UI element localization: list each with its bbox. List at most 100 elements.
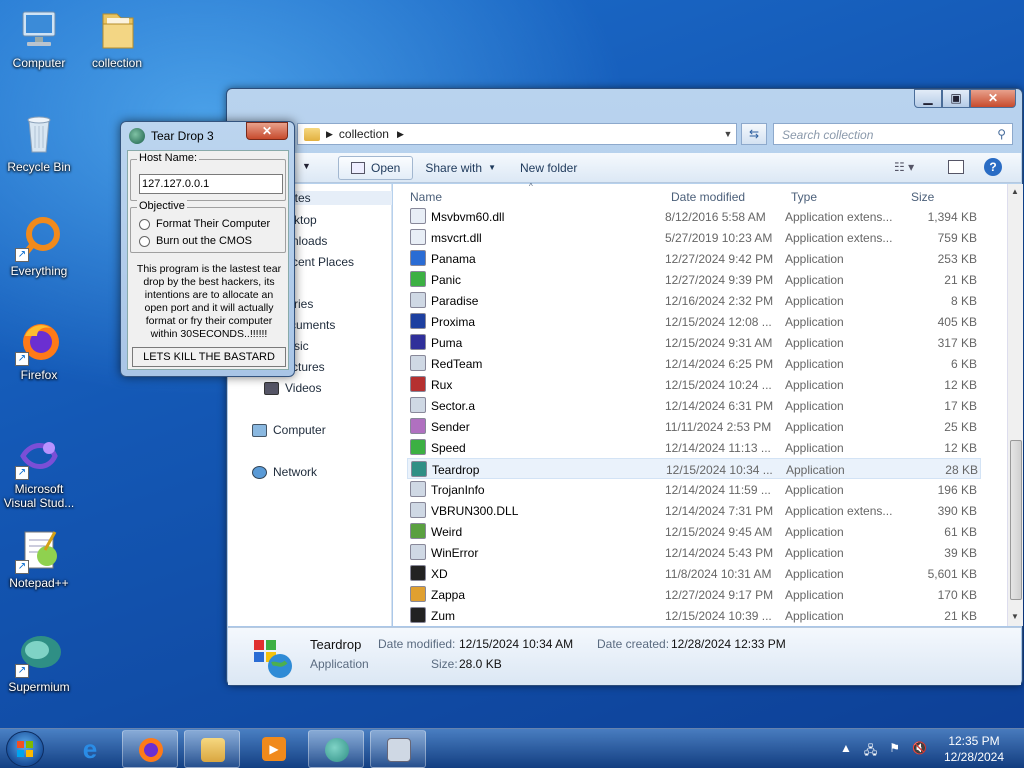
nav-item-computer[interactable]: Computer: [252, 423, 326, 437]
nav-item-documents[interactable]: cuments: [290, 318, 335, 332]
file-type: Application: [785, 336, 844, 350]
nav-item-desktop[interactable]: ktop: [294, 213, 317, 227]
desktop-icon-everything[interactable]: ↗ Everything: [1, 214, 77, 278]
teardrop-dialog[interactable]: Tear Drop 3 ✕ Host Name: Objective Forma…: [120, 121, 295, 377]
dialog-close-button[interactable]: ✕: [246, 122, 288, 140]
file-name: Zappa: [431, 588, 466, 602]
taskbar-explorer-button[interactable]: [184, 730, 240, 768]
show-hidden-icons-icon[interactable]: ▲: [840, 741, 852, 762]
computer-icon: [15, 6, 63, 54]
search-input[interactable]: Search collection ⚲: [773, 123, 1013, 145]
file-row[interactable]: Speed 12/14/2024 11:13 ... Application 12 K…: [407, 437, 981, 458]
file-list[interactable]: Name ^ Date modified Type Size Msvbvm60.…: [393, 182, 1007, 626]
chevron-down-icon[interactable]: ▼: [720, 129, 736, 139]
nav-item-videos[interactable]: Videos: [264, 381, 321, 395]
file-row[interactable]: WinError 12/14/2024 5:43 PM Application 39 …: [407, 542, 981, 563]
file-row[interactable]: Proxima 12/15/2024 12:08 ... Application 40…: [407, 311, 981, 332]
new-folder-button[interactable]: New folder: [508, 157, 589, 179]
nav-item-pictures[interactable]: ctures: [292, 360, 325, 374]
address-path[interactable]: collection: [339, 127, 389, 141]
file-row[interactable]: Panama 12/27/2024 9:42 PM Application 253 K…: [407, 248, 981, 269]
desktop-icon-supermium[interactable]: ↗ Supermium: [1, 630, 77, 694]
desktop-icon-visual-studio[interactable]: ↗ Microsoft Visual Stud...: [1, 432, 77, 510]
scroll-up-icon[interactable]: ▲: [1011, 187, 1019, 196]
format-computer-radio[interactable]: Format Their Computer: [139, 218, 270, 230]
nav-item-downloads[interactable]: nloads: [292, 234, 327, 248]
action-center-icon[interactable]: ⚑: [889, 741, 900, 762]
refresh-button[interactable]: ⇆: [741, 123, 767, 145]
column-type[interactable]: Type: [791, 190, 817, 204]
file-row[interactable]: Sender 11/11/2024 2:53 PM Application 25 KB: [407, 416, 981, 437]
file-type: Application: [785, 315, 844, 329]
details-modified-value: 12/15/2024 10:34 AM: [459, 637, 574, 651]
search-icon[interactable]: ⚲: [997, 127, 1006, 141]
details-size-label: Size:: [431, 657, 458, 671]
file-row[interactable]: Panic 12/27/2024 9:39 PM Application 21 KB: [407, 269, 981, 290]
file-row[interactable]: VBRUN300.DLL 12/14/2024 7:31 PM Applicatio…: [407, 500, 981, 521]
everything-icon: ↗: [15, 214, 63, 262]
taskbar-teardrop-button[interactable]: [370, 730, 426, 768]
file-size: 390 KB: [937, 504, 977, 518]
scroll-down-icon[interactable]: ▼: [1011, 612, 1019, 621]
desktop-icon-firefox[interactable]: ↗ Firefox: [1, 318, 77, 382]
file-row[interactable]: XD 11/8/2024 10:31 AM Application 5,601 KB: [407, 563, 981, 584]
desktop-icon-collection[interactable]: collection: [79, 6, 155, 70]
objective-group: Objective Format Their Computer Burn out…: [130, 200, 286, 253]
file-icon: [410, 418, 426, 434]
burn-cmos-radio[interactable]: Burn out the CMOS: [139, 235, 252, 247]
file-row[interactable]: Rux 12/15/2024 10:24 ... Application 12 KB: [407, 374, 981, 395]
desktop-icon-recycle-bin[interactable]: Recycle Bin: [1, 110, 77, 174]
taskbar-ie-button[interactable]: e: [62, 730, 118, 768]
file-row[interactable]: Zappa 12/27/2024 9:17 PM Application 170 KB: [407, 584, 981, 605]
start-button[interactable]: [6, 731, 44, 767]
view-options-icon[interactable]: ☷ ▾: [894, 160, 914, 174]
nav-item-music[interactable]: sic: [294, 339, 309, 353]
taskbar-supermium-button[interactable]: [308, 730, 364, 768]
details-type: Application: [310, 657, 369, 671]
close-button[interactable]: ✕: [970, 89, 1016, 108]
kill-button[interactable]: LETS KILL THE BASTARD: [132, 347, 286, 367]
file-row[interactable]: Puma 12/15/2024 9:31 AM Application 317 KB: [407, 332, 981, 353]
file-date: 12/15/2024 9:31 AM: [665, 336, 773, 350]
file-row[interactable]: RedTeam 12/14/2024 6:25 PM Application 6 KB: [407, 353, 981, 374]
file-row[interactable]: TrojanInfo 12/14/2024 11:59 ... Applicatio…: [407, 479, 981, 500]
nav-item-recent-places[interactable]: cent Places: [292, 255, 354, 269]
explorer-window[interactable]: ▁ ▣ ✕ ▶ collection ▶ ▼ ⇆ Search collecti…: [226, 88, 1023, 686]
help-icon[interactable]: ?: [984, 158, 1002, 176]
desktop-icon-computer[interactable]: Computer: [1, 6, 77, 70]
column-date-modified[interactable]: Date modified: [671, 190, 745, 204]
taskbar-media-player-button[interactable]: ▶: [246, 730, 302, 768]
file-row[interactable]: Teardrop 12/15/2024 10:34 ... Application 2…: [407, 458, 981, 479]
minimize-button[interactable]: ▁: [914, 89, 942, 108]
preview-pane-icon[interactable]: [948, 160, 964, 174]
taskbar-firefox-button[interactable]: [122, 730, 178, 768]
maximize-button[interactable]: ▣: [942, 89, 970, 108]
host-name-input[interactable]: [139, 174, 283, 194]
nav-item-favorites[interactable]: rites: [288, 191, 392, 205]
file-row[interactable]: msvcrt.dll 5/27/2019 10:23 AM Application …: [407, 227, 981, 248]
file-row[interactable]: Sector.a 12/14/2024 6:31 PM Application 17 …: [407, 395, 981, 416]
desktop-icon-notepad-plus-plus[interactable]: ↗ Notepad++: [1, 526, 77, 590]
chevron-down-icon[interactable]: ▼: [302, 161, 311, 171]
taskbar: e ▶ ▲ 🖧 ⚑ 🔇 12:35 PM 12/28/2024: [0, 728, 1024, 768]
clock[interactable]: 12:35 PM 12/28/2024: [934, 733, 1014, 765]
vertical-scrollbar[interactable]: ▲ ▼: [1007, 184, 1023, 626]
file-row[interactable]: Msvbvm60.dll 8/12/2016 5:58 AM Application…: [407, 206, 981, 227]
nav-item-libraries[interactable]: ries: [294, 297, 313, 311]
file-date: 12/16/2024 2:32 PM: [665, 294, 774, 308]
share-with-button[interactable]: Share with ▼: [413, 157, 508, 179]
folder-icon: [93, 6, 141, 54]
volume-muted-icon[interactable]: 🔇: [912, 741, 927, 762]
address-bar[interactable]: ▶ collection ▶ ▼: [297, 123, 737, 145]
file-row[interactable]: Zum 12/15/2024 10:39 ... Application 21 KB: [407, 605, 981, 626]
open-button[interactable]: Open: [338, 155, 414, 180]
column-name[interactable]: Name: [410, 190, 442, 204]
file-size: 39 KB: [944, 546, 977, 560]
file-row[interactable]: Weird 12/15/2024 9:45 AM Application 61 KB: [407, 521, 981, 542]
column-size[interactable]: Size: [911, 190, 934, 204]
file-row[interactable]: Paradise 12/16/2024 2:32 PM Application 8 K…: [407, 290, 981, 311]
network-icon[interactable]: 🖧: [864, 741, 877, 762]
firefox-icon: ↗: [15, 318, 63, 366]
nav-item-network[interactable]: Network: [252, 465, 317, 479]
scroll-thumb[interactable]: [1010, 440, 1022, 600]
